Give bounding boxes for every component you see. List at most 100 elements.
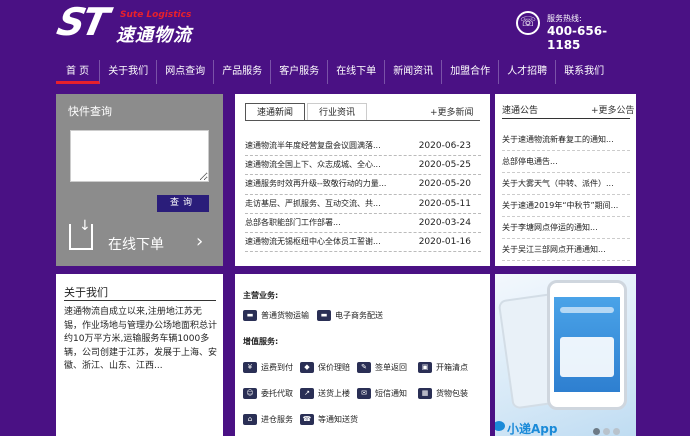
service-item[interactable]: ▦ 货物包装 bbox=[418, 388, 468, 399]
news-date: 2020-05-11 bbox=[418, 198, 471, 209]
list-item[interactable]: 关于速通2019年“中秋节”期间... bbox=[502, 195, 630, 217]
nav-news[interactable]: 新闻资讯 bbox=[385, 60, 443, 84]
quick-query-panel: 快件查询 查询 ↓ 在线下单 › bbox=[56, 94, 223, 266]
app-banner[interactable]: 小递App bbox=[495, 274, 636, 436]
news-date: 2020-06-23 bbox=[418, 141, 471, 151]
news-list: 速通物流半年度经营复盘会议圆满落... 2020-06-23 速通物流全国上下、众… bbox=[245, 137, 481, 253]
news-tabs: 速通新闻 行业资讯 bbox=[245, 103, 369, 121]
carousel-dots bbox=[593, 428, 623, 435]
service-item[interactable]: ✉ 短信通知 bbox=[357, 388, 407, 399]
sms-icon: ✉ bbox=[357, 388, 371, 399]
main-business-title: 主营业务: bbox=[243, 291, 279, 300]
news-date: 2020-05-20 bbox=[418, 179, 471, 190]
query-button[interactable]: 查询 bbox=[157, 195, 209, 212]
carousel-dot[interactable] bbox=[593, 428, 600, 435]
truck-pay-icon: ¥ bbox=[243, 362, 257, 373]
nav-home[interactable]: 首 页 bbox=[56, 60, 101, 84]
service-item[interactable]: ▬ 普通货物运输 bbox=[243, 310, 309, 321]
logo[interactable]: ST Sute Logistics 速通物流 bbox=[53, 0, 193, 46]
service-item[interactable]: ⌂ 进仓服务 bbox=[243, 414, 293, 425]
list-item[interactable]: 总部停电通告... bbox=[502, 151, 630, 173]
tabs-divider bbox=[245, 120, 480, 121]
news-panel: 速通新闻 行业资讯 +更多新闻 速通物流半年度经营复盘会议圆满落... 2020-… bbox=[235, 94, 490, 266]
news-title[interactable]: 速通物流无锡枢纽中心全体员工誓谢... bbox=[245, 233, 381, 251]
tab-company-news[interactable]: 速通新闻 bbox=[245, 103, 306, 121]
phone-screen bbox=[554, 297, 620, 392]
delivery-truck-icon: ▬ bbox=[317, 310, 331, 321]
nav-branch-search[interactable]: 网点查询 bbox=[157, 60, 215, 84]
notice-list: 关于速通物流新春复工的通知... 总部停电通告... 关于大雾天气（中转、派件）… bbox=[502, 129, 630, 261]
list-item[interactable]: 走访基层、严抓服务、互动交流、共... 2020-05-11 bbox=[245, 195, 481, 214]
quick-query-title: 快件查询 bbox=[68, 105, 112, 118]
insurance-icon: ◆ bbox=[300, 362, 314, 373]
news-title[interactable]: 总部各职能部门工作部署... bbox=[245, 214, 341, 232]
service-item[interactable]: ☎ 等通知送货 bbox=[300, 414, 358, 425]
about-divider bbox=[64, 300, 216, 301]
news-date: 2020-05-25 bbox=[418, 160, 471, 171]
app-name: 小递App bbox=[507, 422, 558, 436]
notice-divider bbox=[502, 118, 630, 119]
more-notice-link[interactable]: +更多公告 bbox=[591, 103, 635, 116]
list-item[interactable]: 关于吴江三部网点开通通知... bbox=[502, 239, 630, 261]
list-item[interactable]: 速通物流全国上下、众志成城、全心... 2020-05-25 bbox=[245, 156, 481, 176]
hotline-label: 服务热线: bbox=[547, 14, 582, 23]
news-title[interactable]: 走访基层、严抓服务、互动交流、共... bbox=[245, 195, 381, 213]
tab-industry-news[interactable]: 行业资讯 bbox=[307, 103, 368, 121]
service-item[interactable]: ◆ 保价理赔 bbox=[300, 362, 350, 373]
package-icon: ▦ bbox=[418, 388, 432, 399]
person-pickup-icon: ☺ bbox=[243, 388, 257, 399]
tracking-input[interactable] bbox=[70, 130, 209, 182]
nav-contact[interactable]: 联系我们 bbox=[556, 60, 612, 84]
nav-online-order[interactable]: 在线下单 bbox=[328, 60, 386, 84]
about-title: 关于我们 bbox=[64, 286, 108, 299]
main-nav: 首 页 关于我们 网点查询 产品服务 客户服务 在线下单 新闻资讯 加盟合作 人… bbox=[56, 60, 636, 88]
about-panel: 关于我们 速通物流自成立以来,注册地江苏无锡，作业场地与管理办公场地面积总计约1… bbox=[56, 274, 223, 436]
notice-panel: 速通公告 +更多公告 关于速通物流新春复工的通知... 总部停电通告... 关于… bbox=[495, 94, 636, 266]
list-item[interactable]: 关于速通物流新春复工的通知... bbox=[502, 129, 630, 151]
truck-icon: ▬ bbox=[243, 310, 257, 321]
nav-franchise[interactable]: 加盟合作 bbox=[442, 60, 500, 84]
service-item[interactable]: ¥ 运费到付 bbox=[243, 362, 293, 373]
phone-icon: ☏ bbox=[516, 11, 540, 35]
hotline-number: 400-656-1185 bbox=[547, 24, 608, 52]
warehouse-icon: ⌂ bbox=[243, 414, 257, 425]
news-title[interactable]: 速通物流全国上下、众志成城、全心... bbox=[245, 156, 381, 174]
logo-chinese: 速通物流 bbox=[116, 25, 192, 46]
list-item[interactable]: 关于大雾天气（中转、派件）... bbox=[502, 173, 630, 195]
notice-title: 速通公告 bbox=[502, 106, 539, 116]
download-icon[interactable]: ↓ bbox=[69, 218, 93, 250]
app-logo-icon bbox=[495, 421, 505, 431]
services-panel: 主营业务: ▬ 普通货物运输 ▬ 电子商务配送 增值服务: ¥ 运费到付 ◆ 保价理赔 … bbox=[235, 274, 490, 436]
service-item[interactable]: ✎ 签单返回 bbox=[357, 362, 407, 373]
nav-about[interactable]: 关于我们 bbox=[100, 60, 158, 84]
stairs-icon: ↗ bbox=[300, 388, 314, 399]
nav-careers[interactable]: 人才招聘 bbox=[499, 60, 557, 84]
phone-notify-icon: ☎ bbox=[300, 414, 314, 425]
about-text: 速通物流自成立以来,注册地江苏无锡，作业场地与管理办公场地面积总计约10万平方米… bbox=[64, 307, 218, 371]
logo-english: Sute Logistics bbox=[120, 10, 192, 20]
receipt-icon: ✎ bbox=[357, 362, 371, 373]
list-item[interactable]: 速通物流半年度经营复盘会议圆满落... 2020-06-23 bbox=[245, 137, 481, 157]
hotline: ☏ 服务热线: 400-656-1185 bbox=[516, 10, 636, 52]
box-open-icon: ▣ bbox=[418, 362, 432, 373]
value-added-title: 增值服务: bbox=[243, 337, 279, 346]
list-item[interactable]: 关于李塘网点停运的通知... bbox=[502, 217, 630, 239]
list-item[interactable]: 总部各职能部门工作部署... 2020-03-24 bbox=[245, 214, 481, 233]
chevron-right-icon[interactable]: › bbox=[196, 231, 203, 252]
service-item[interactable]: ↗ 送货上楼 bbox=[300, 388, 350, 399]
carousel-dot[interactable] bbox=[613, 428, 620, 435]
list-item[interactable]: 速通物流无锡枢纽中心全体员工誓谢... 2020-01-16 bbox=[245, 233, 481, 253]
site-header: ST Sute Logistics 速通物流 ☏ 服务热线: 400-656-1… bbox=[0, 0, 690, 56]
service-item[interactable]: ▬ 电子商务配送 bbox=[317, 310, 383, 321]
online-order-link[interactable]: 在线下单 bbox=[108, 234, 164, 254]
nav-customer-service[interactable]: 客户服务 bbox=[271, 60, 329, 84]
news-title[interactable]: 速通服务时效再升级--致敬行动的力量... bbox=[245, 175, 386, 193]
more-news-link[interactable]: +更多新闻 bbox=[430, 105, 474, 118]
service-item[interactable]: ▣ 开箱清点 bbox=[418, 362, 468, 373]
news-title[interactable]: 速通物流半年度经营复盘会议圆满落... bbox=[245, 137, 381, 155]
nav-products[interactable]: 产品服务 bbox=[214, 60, 272, 84]
service-item[interactable]: ☺ 委托代取 bbox=[243, 388, 293, 399]
phone-illustration bbox=[547, 280, 627, 410]
list-item[interactable]: 速通服务时效再升级--致敬行动的力量... 2020-05-20 bbox=[245, 175, 481, 195]
carousel-dot[interactable] bbox=[603, 428, 610, 435]
